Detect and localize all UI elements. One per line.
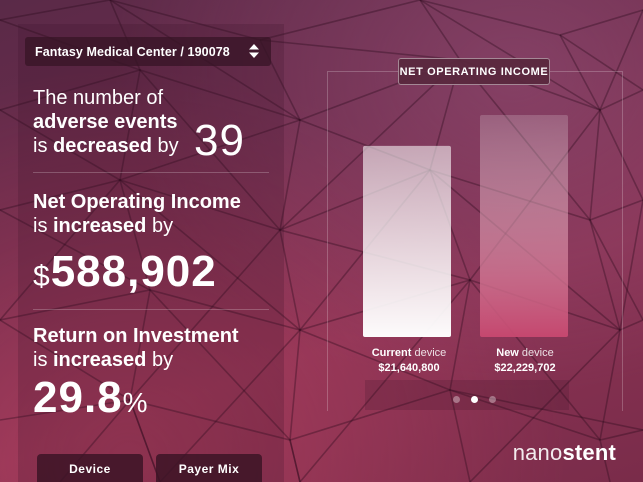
facility-selector-value: Fantasy Medical Center / 190078: [35, 44, 230, 59]
bar-category-current-bold: Current: [371, 347, 412, 359]
adverse-line-1: The number of: [33, 87, 164, 109]
brand-light: nano: [512, 440, 563, 465]
roi-unit: %: [122, 387, 149, 418]
roi-is: is: [33, 349, 53, 371]
page-dot-3[interactable]: [489, 396, 496, 403]
noi-bar-chart: [363, 114, 568, 337]
page-dot-2[interactable]: [471, 396, 478, 403]
bar-category-current-light: device: [411, 347, 447, 359]
roi-line-1: Return on Investment: [33, 325, 239, 347]
adverse-is: is: [33, 135, 53, 157]
page-indicator: [453, 396, 496, 403]
brand-logo: nanostent: [513, 440, 616, 466]
tab-payer-mix[interactable]: Payer Mix: [156, 454, 262, 482]
brand-bold: stent: [562, 440, 616, 465]
bar-label-new: New device $22,229,702: [470, 346, 580, 376]
chart-title: NET OPERATING INCOME: [398, 58, 550, 85]
noi-direction: increased: [53, 215, 147, 237]
bar-value-current: $21,640,800: [378, 362, 440, 374]
noi-line-2: is increased by: [33, 214, 241, 238]
adverse-by: by: [151, 135, 179, 157]
bar-category-new-light: device: [518, 347, 554, 359]
bar-label-current: Current device $21,640,800: [354, 346, 464, 376]
adverse-direction: decreased: [53, 135, 152, 157]
divider: [33, 172, 269, 173]
noi-statement: Net Operating Income is increased by: [33, 190, 241, 238]
roi-direction: increased: [53, 349, 147, 371]
bar-value-new: $22,229,702: [494, 362, 556, 374]
roi-by: by: [146, 349, 174, 371]
roi-amount: 29.8: [33, 373, 123, 422]
adverse-line-3: is decreased by: [33, 134, 179, 158]
divider: [33, 309, 269, 310]
facility-selector[interactable]: Fantasy Medical Center / 190078: [25, 37, 271, 66]
noi-amount: 588,902: [50, 247, 217, 296]
adverse-events-statement: The number of adverse events is decrease…: [33, 86, 179, 158]
roi-statement: Return on Investment is increased by: [33, 324, 239, 372]
adverse-events-value: 39: [194, 116, 245, 165]
noi-line-1: Net Operating Income: [33, 191, 241, 213]
roi-line-2: is increased by: [33, 348, 239, 372]
roi-value: 29.8%: [33, 372, 149, 429]
bar-current-device: [363, 145, 451, 337]
noi-is: is: [33, 215, 53, 237]
tab-device[interactable]: Device: [37, 454, 143, 482]
noi-value: $588,902: [33, 246, 217, 303]
bar-new-device: [480, 114, 568, 337]
noi-currency: $: [33, 260, 51, 293]
noi-by: by: [146, 215, 174, 237]
up-down-arrows-icon: [249, 44, 259, 58]
bar-category-new-bold: New: [496, 347, 519, 359]
page-dot-1[interactable]: [453, 396, 460, 403]
adverse-line-2: adverse events: [33, 111, 178, 133]
